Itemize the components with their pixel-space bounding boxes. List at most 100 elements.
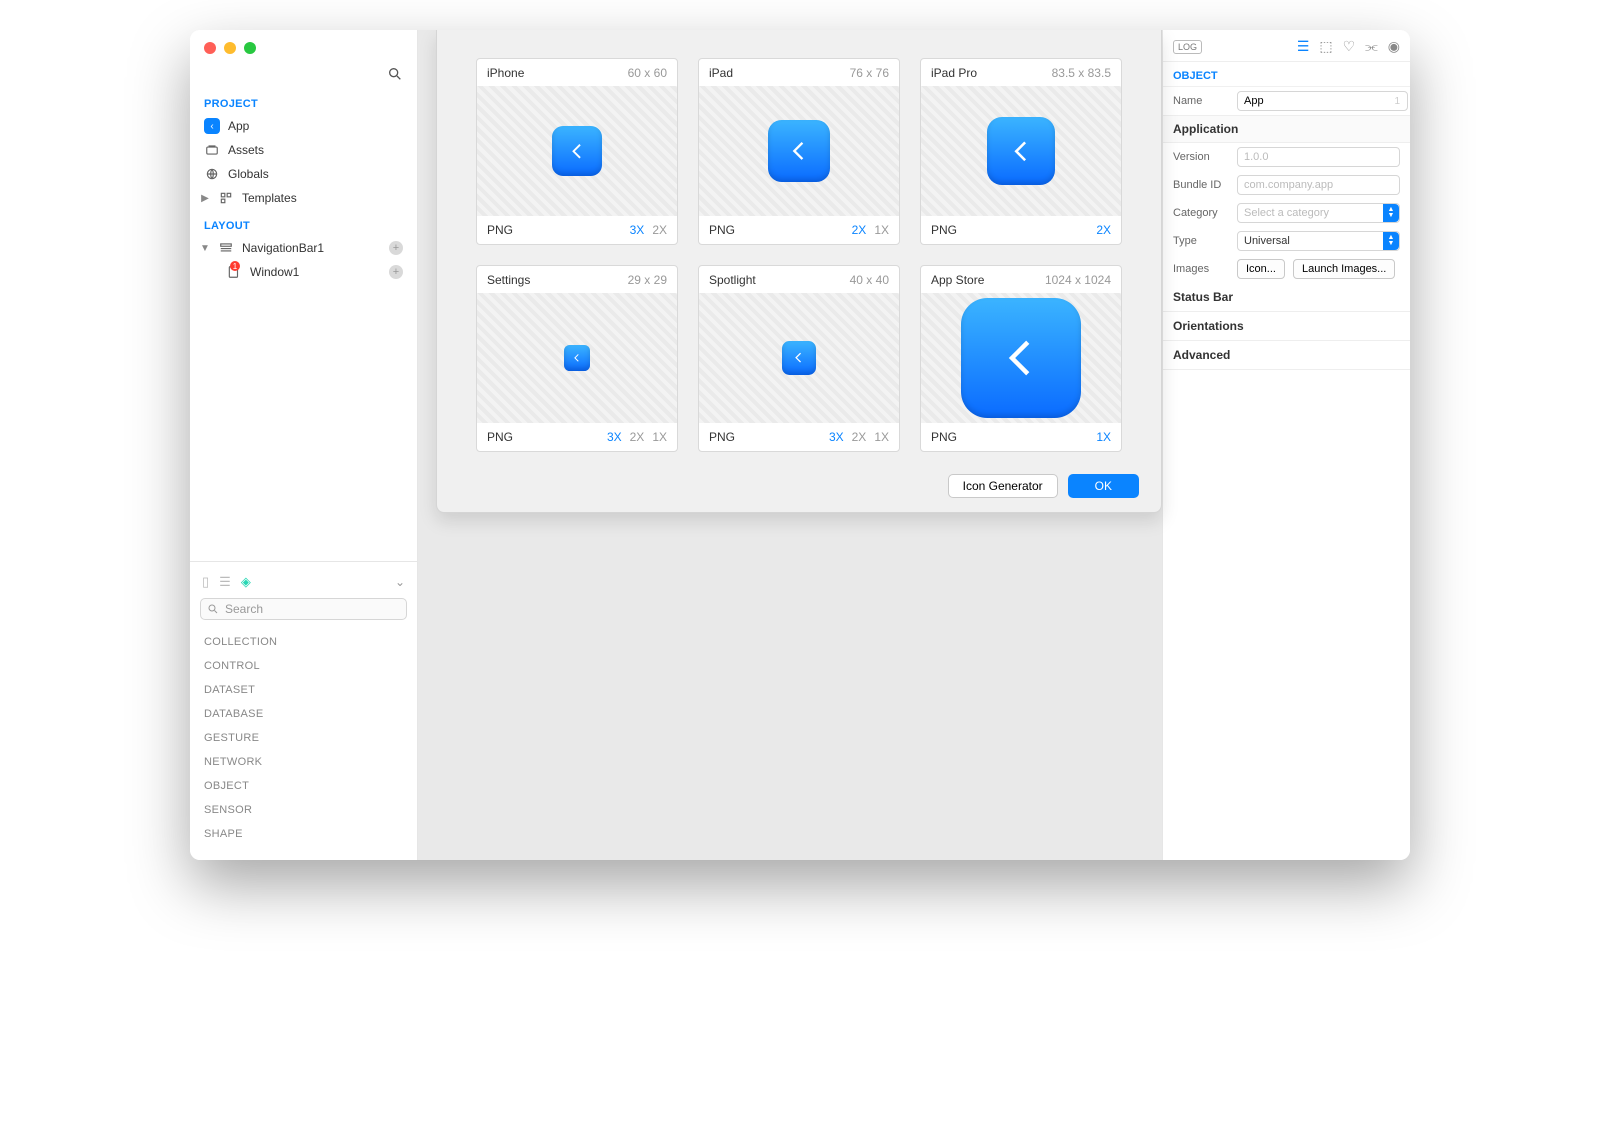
library-category-shape[interactable]: SHAPE: [200, 822, 407, 846]
sidebar-search-button[interactable]: [190, 66, 417, 88]
scale-2x[interactable]: 2X: [1096, 223, 1111, 237]
tab-box-icon[interactable]: ◈: [241, 574, 251, 590]
inspector-tabs: ☰ ⬚ ♡ ⫘ ◉: [1297, 38, 1400, 55]
library-category-control[interactable]: CONTROL: [200, 654, 407, 678]
type-select[interactable]: Universal ▲▼: [1237, 231, 1400, 251]
scale-1x[interactable]: 1X: [874, 430, 889, 444]
scale-1x[interactable]: 1X: [1096, 430, 1111, 444]
card-title: iPad: [709, 66, 733, 80]
sidebar-item-label: Assets: [228, 143, 264, 157]
launch-images-button[interactable]: Launch Images...: [1293, 259, 1395, 279]
zoom-window-button[interactable]: [244, 42, 256, 54]
minimize-window-button[interactable]: [224, 42, 236, 54]
globals-icon: [204, 166, 220, 182]
icon-card-iphone[interactable]: iPhone 60 x 60 PNG 3X2X: [476, 58, 678, 245]
card-format: PNG: [709, 430, 735, 444]
card-dimensions: 1024 x 1024: [1045, 273, 1111, 287]
sidebar-item-window1[interactable]: 1 Window1 +: [190, 260, 417, 284]
sidebar-item-navigationbar1[interactable]: ▼ NavigationBar1 +: [190, 236, 417, 260]
icon-button[interactable]: Icon...: [1237, 259, 1285, 279]
scale-2x[interactable]: 2X: [630, 430, 645, 444]
tab-shield-icon[interactable]: ♡: [1343, 38, 1356, 55]
sidebar-item-label: Globals: [228, 167, 269, 181]
library-category-database[interactable]: DATABASE: [200, 702, 407, 726]
tab-eye-icon[interactable]: ◉: [1388, 38, 1400, 55]
icon-card-app-store[interactable]: App Store 1024 x 1024 PNG 1X: [920, 265, 1122, 452]
card-title: Settings: [487, 273, 530, 287]
sidebar-item-label: Window1: [250, 265, 299, 279]
sidebar-item-globals[interactable]: Globals: [190, 162, 417, 186]
icon-card-settings[interactable]: Settings 29 x 29 PNG 3X2X1X: [476, 265, 678, 452]
inspector-section-orientations[interactable]: Orientations: [1163, 312, 1410, 341]
card-format: PNG: [931, 430, 957, 444]
category-select[interactable]: Select a category ▲▼: [1237, 203, 1400, 223]
tab-attributes-icon[interactable]: ☰: [1297, 38, 1310, 55]
traffic-lights: [204, 42, 256, 54]
scale-3x[interactable]: 3X: [607, 430, 622, 444]
ok-button[interactable]: OK: [1068, 474, 1139, 498]
icon-card-ipad[interactable]: iPad 76 x 76 PNG 2X 1X: [698, 58, 900, 245]
scale-1x[interactable]: 1X: [874, 223, 889, 237]
add-button[interactable]: +: [389, 265, 403, 279]
scale-1x[interactable]: 1X: [652, 430, 667, 444]
category-label: Category: [1173, 207, 1229, 219]
icon-generator-button[interactable]: Icon Generator: [948, 474, 1058, 498]
preview-icon: [987, 117, 1055, 185]
inspector-section-status-bar[interactable]: Status Bar: [1163, 283, 1410, 312]
sidebar-item-assets[interactable]: Assets: [190, 138, 417, 162]
name-field[interactable]: [1237, 91, 1408, 111]
scale-2x[interactable]: 2X: [852, 223, 867, 237]
library-category-sensor[interactable]: SENSOR: [200, 798, 407, 822]
icon-card-ipad-pro[interactable]: iPad Pro 83.5 x 83.5 PNG 2X: [920, 58, 1122, 245]
error-badge: 1: [230, 261, 240, 271]
object-section-title: OBJECT: [1163, 62, 1410, 87]
canvas: iPhone 60 x 60 PNG 3X 2X iPad 76 x 76 PNG…: [418, 30, 1162, 860]
card-format: PNG: [931, 223, 957, 237]
tab-phone-icon[interactable]: ▯: [202, 574, 209, 590]
library-category-dataset[interactable]: DATASET: [200, 678, 407, 702]
library-category-object[interactable]: OBJECT: [200, 774, 407, 798]
scale-3x[interactable]: 3X: [630, 223, 645, 237]
templates-icon: [218, 190, 234, 206]
card-format: PNG: [709, 223, 735, 237]
tab-link-icon[interactable]: ⫘: [1365, 38, 1378, 55]
icon-grid: iPhone 60 x 60 PNG 3X 2X iPad 76 x 76 PNG…: [459, 58, 1139, 452]
sidebar-item-label: App: [228, 119, 249, 133]
scale-3x[interactable]: 3X: [829, 430, 844, 444]
disclosure-icon: ▶: [200, 193, 210, 204]
tab-list-icon[interactable]: ☰: [219, 574, 231, 590]
log-button[interactable]: LOG: [1173, 40, 1202, 54]
card-title: Spotlight: [709, 273, 756, 287]
card-format: PNG: [487, 430, 513, 444]
app-icon: ‹: [204, 118, 220, 134]
card-dimensions: 40 x 40: [850, 273, 889, 287]
icon-card-spotlight[interactable]: Spotlight 40 x 40 PNG 3X 2X 1X: [698, 265, 900, 452]
close-window-button[interactable]: [204, 42, 216, 54]
sidebar-item-app[interactable]: ‹ App: [190, 114, 417, 138]
disclosure-open-icon: ▼: [200, 243, 210, 254]
name-label: Name: [1173, 95, 1229, 107]
images-label: Images: [1173, 263, 1229, 275]
search-icon: [207, 603, 219, 615]
card-dimensions: 60 x 60: [628, 66, 667, 80]
library-category-collection[interactable]: COLLECTION: [200, 630, 407, 654]
inspector-section-advanced[interactable]: Advanced: [1163, 341, 1410, 370]
card-dimensions: 76 x 76: [850, 66, 889, 80]
library-search-input[interactable]: Search: [200, 598, 407, 620]
preview-icon: [961, 298, 1081, 418]
library-category-gesture[interactable]: GESTURE: [200, 726, 407, 750]
card-title: iPhone: [487, 66, 524, 80]
navbar-icon: [218, 240, 234, 256]
library-category-network[interactable]: NETWORK: [200, 750, 407, 774]
type-value: Universal: [1244, 235, 1290, 247]
chevron-down-icon[interactable]: ⌄: [395, 575, 405, 589]
version-field[interactable]: [1237, 147, 1400, 167]
scale-2x[interactable]: 2X: [652, 223, 667, 237]
category-placeholder: Select a category: [1244, 207, 1329, 219]
tab-geometry-icon[interactable]: ⬚: [1319, 38, 1332, 55]
scale-2x[interactable]: 2X: [852, 430, 867, 444]
bundle-id-field[interactable]: [1237, 175, 1400, 195]
type-label: Type: [1173, 235, 1229, 247]
add-button[interactable]: +: [389, 241, 403, 255]
sidebar-item-templates[interactable]: ▶ Templates: [190, 186, 417, 210]
